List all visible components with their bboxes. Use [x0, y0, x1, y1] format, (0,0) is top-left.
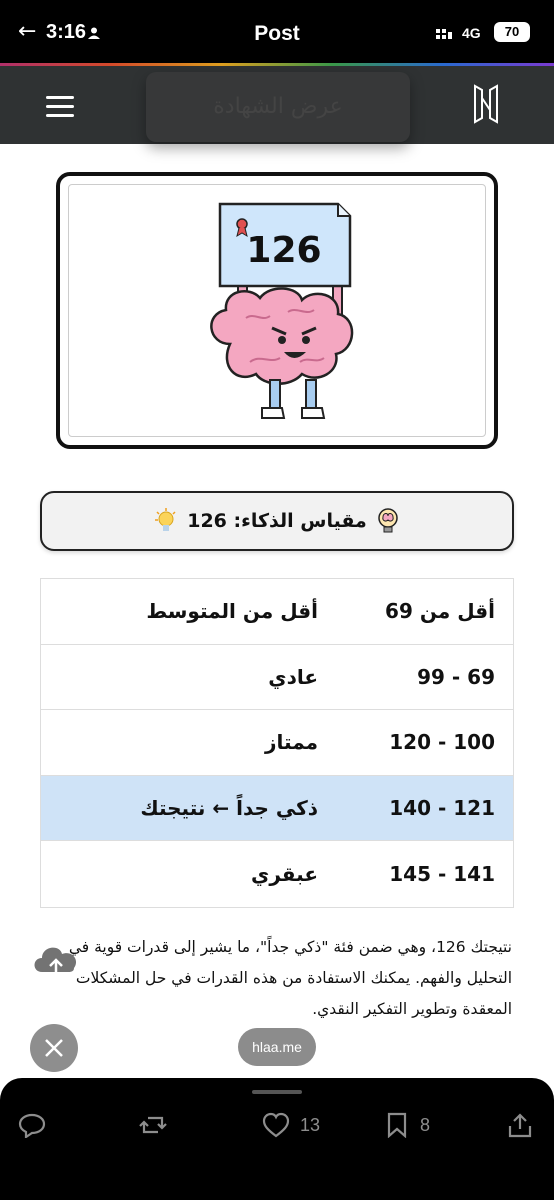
table-cell-range: 100 - 120 — [389, 730, 495, 755]
status-bar: ← 3:16 Post 4G 70 — [0, 0, 554, 64]
view-certificate-button[interactable]: عرض الشهادة — [146, 72, 410, 142]
table-cell-range: 121 - 140 — [389, 796, 495, 821]
table-cell-label: ممتاز — [265, 730, 318, 755]
table-row: أقل من 69 أقل من المتوسط — [41, 579, 513, 645]
like-icon — [262, 1112, 290, 1138]
reply-icon — [18, 1113, 46, 1138]
brain-bulb-icon — [378, 508, 398, 533]
bookmark-count: 8 — [420, 1114, 431, 1135]
iq-classification-table: أقل من 69 أقل من المتوسط 69 - 99 عادي 10… — [40, 578, 514, 908]
network-type: 4G — [462, 25, 481, 41]
like-button[interactable]: 13 — [262, 1112, 320, 1138]
share-button[interactable] — [508, 1112, 532, 1138]
iq-score-pill: مقياس الذكاء: 126 — [40, 491, 514, 551]
table-row: 141 - 145 عبقري — [41, 841, 513, 907]
result-image-card: 126 — [56, 172, 498, 449]
cloud-upload-icon[interactable] — [30, 938, 84, 980]
table-row: 100 - 120 ممتاز — [41, 710, 513, 776]
like-count: 13 — [300, 1114, 321, 1135]
brain-mascot-illustration: 126 — [210, 202, 354, 419]
sign-number: 126 — [246, 230, 321, 271]
table-cell-label: أقل من المتوسط — [146, 599, 318, 624]
drag-handle[interactable] — [252, 1090, 302, 1094]
hamburger-menu-icon[interactable] — [46, 96, 74, 117]
table-cell-label: عادي — [268, 664, 318, 689]
close-icon — [45, 1039, 63, 1057]
iq-score-label: مقياس الذكاء: 126 — [187, 510, 367, 532]
close-button[interactable] — [30, 1024, 78, 1072]
table-cell-label: عبقري — [251, 862, 318, 887]
bookmark-button[interactable]: 8 — [386, 1112, 430, 1138]
result-description: نتيجتك 126، وهي ضمن فئة "ذكي جداً"، ما ي… — [68, 938, 512, 1018]
table-cell-label: ذكي جداً ← نتيجتك — [140, 796, 318, 821]
repost-icon — [139, 1116, 167, 1134]
table-cell-range: أقل من 69 — [385, 599, 495, 624]
table-row: 69 - 99 عادي — [41, 645, 513, 711]
battery-level: 70 — [494, 22, 530, 42]
signal-icon — [436, 29, 452, 39]
post-action-bar: 13 8 — [0, 1078, 554, 1200]
brand-logo-icon[interactable] — [472, 84, 500, 124]
domain-pill[interactable]: hlaa.me — [238, 1028, 316, 1066]
table-cell-range: 141 - 145 — [389, 862, 495, 887]
site-header: عرض الشهادة — [0, 66, 554, 144]
table-cell-range: 69 - 99 — [417, 664, 495, 689]
lightbulb-icon — [155, 508, 176, 531]
repost-button[interactable] — [138, 1112, 168, 1138]
table-row-highlighted: 121 - 140 ذكي جداً ← نتيجتك — [41, 775, 513, 842]
reply-button[interactable] — [18, 1112, 46, 1138]
bookmark-icon — [387, 1112, 407, 1138]
share-icon — [508, 1113, 532, 1138]
